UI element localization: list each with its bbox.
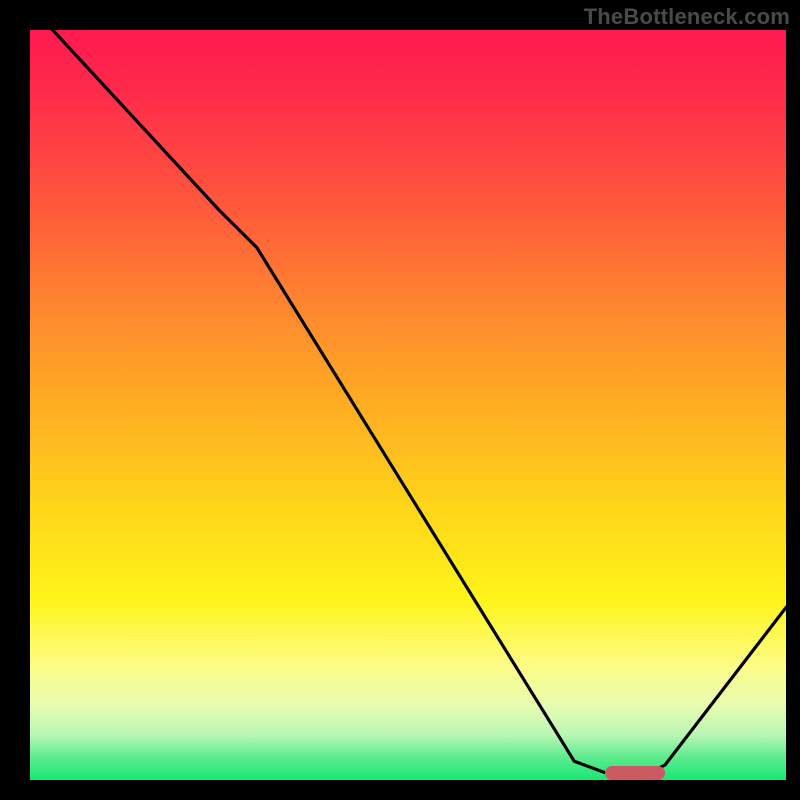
curve-plot (30, 30, 786, 780)
optimal-range-marker (605, 766, 665, 780)
watermark-text: TheBottleneck.com (584, 4, 790, 30)
bottleneck-curve (30, 30, 786, 773)
chart-frame: TheBottleneck.com (0, 0, 800, 800)
